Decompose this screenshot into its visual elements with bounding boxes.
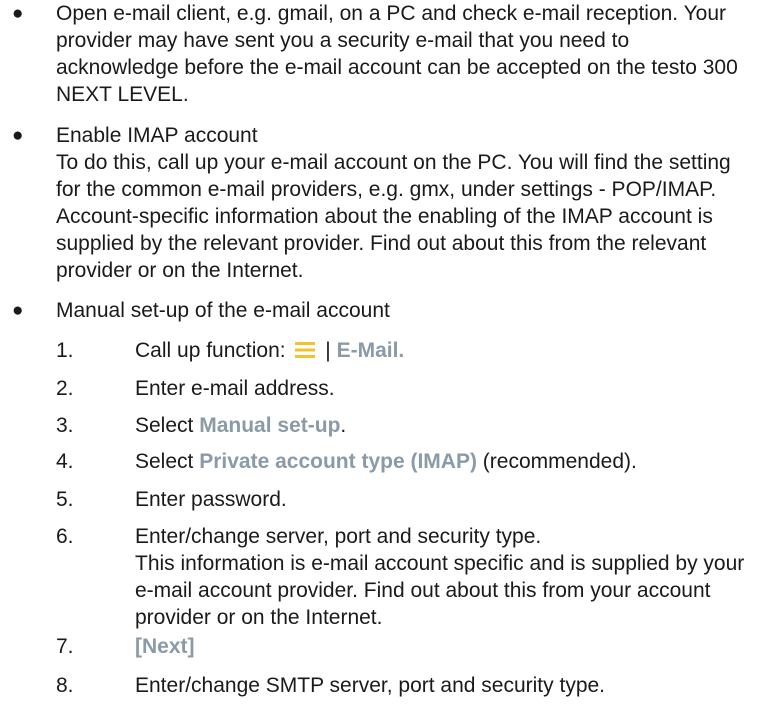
manual-page: ● Open e-mail client, e.g. gmail, on a P… [0, 0, 758, 705]
step-text: Select [135, 450, 194, 473]
step-text: Call up function: [135, 339, 286, 362]
menu-icon [295, 342, 316, 358]
bullet-item-enable-imap: ● Enable IMAP account To do this, call u… [0, 122, 758, 292]
step-number: 1. [56, 339, 74, 362]
step-number: 8. [56, 674, 74, 697]
step-text: Enter/change SMTP server, port and secur… [135, 674, 606, 697]
bullet-text: Open e-mail client, e.g. gmail, on a PC … [56, 2, 738, 106]
step-number: 5. [56, 488, 74, 511]
bullet-item-check-email: ● Open e-mail client, e.g. gmail, on a P… [0, 0, 758, 110]
step-number: 6. [56, 525, 74, 548]
step-number: 4. [56, 450, 74, 473]
step-text: . [340, 414, 347, 437]
step-note: This information is e-mail account speci… [135, 552, 745, 629]
ui-term-next: [Next] [135, 635, 195, 658]
bullet-title: Manual set-up of the e-mail account [56, 299, 390, 322]
step-number: 2. [56, 377, 74, 400]
bullet-item-manual-setup: ● Manual set-up of the e-mail account [0, 297, 758, 327]
step-text: Select [135, 414, 194, 437]
bullet-text: To do this, call up your e-mail account … [56, 151, 731, 282]
step-text: Enter e-mail address. [135, 377, 335, 400]
bullet-title: Enable IMAP account [56, 124, 258, 147]
step-text: Enter password. [135, 488, 287, 511]
bullet-marker: ● [12, 3, 24, 24]
step-text: Enter/change server, port and security t… [135, 525, 542, 548]
bullet-marker: ● [12, 125, 24, 146]
step-text: (recommended). [482, 450, 637, 473]
ui-term-private-account: Private account type (IMAP) [199, 450, 477, 473]
step-number: 7. [56, 635, 74, 658]
ui-term-email: E-Mail. [336, 339, 405, 362]
separator: | [325, 339, 331, 362]
ui-term-manual-setup: Manual set-up [199, 414, 341, 437]
step-number: 3. [56, 414, 74, 437]
bullet-marker: ● [12, 300, 24, 321]
